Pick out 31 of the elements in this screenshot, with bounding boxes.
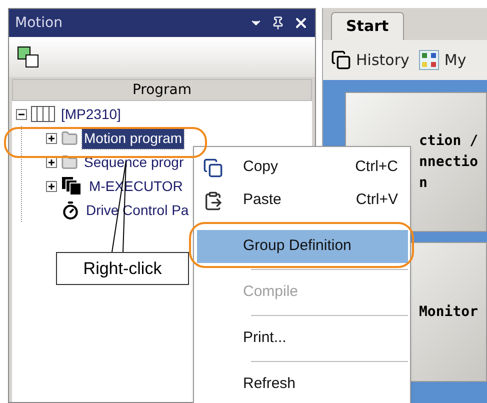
callout-label: Right-click bbox=[56, 252, 189, 285]
menu-item[interactable]: Group Definition bbox=[197, 230, 408, 263]
pin-icon[interactable] bbox=[271, 16, 285, 30]
copy-icon bbox=[203, 158, 223, 178]
shortcut-label: Ctrl+V bbox=[356, 190, 398, 210]
tree-item[interactable]: Motion program bbox=[82, 128, 184, 148]
tree-view-icon[interactable] bbox=[17, 46, 39, 68]
rack-icon bbox=[31, 106, 55, 122]
shortcut-label: Ctrl+C bbox=[355, 157, 398, 178]
toolbar-button[interactable]: My bbox=[419, 48, 466, 72]
stacked-squares-icon bbox=[61, 176, 83, 196]
tile-label: Monitor bbox=[419, 302, 480, 322]
paste-icon bbox=[203, 190, 223, 210]
grid-icon bbox=[419, 50, 440, 70]
stopwatch-icon bbox=[61, 200, 80, 220]
tree-item[interactable]: Sequence progr bbox=[82, 152, 186, 172]
toolbar-button[interactable]: History bbox=[331, 48, 410, 72]
column-header: Program bbox=[12, 79, 312, 101]
expand-icon[interactable] bbox=[46, 156, 57, 168]
tile-label: nnectio bbox=[419, 152, 480, 172]
tab[interactable]: Start bbox=[331, 12, 404, 40]
expand-icon[interactable] bbox=[46, 180, 57, 192]
collapse-icon[interactable] bbox=[16, 108, 27, 120]
expand-icon[interactable] bbox=[46, 132, 57, 144]
tile-label: ction / bbox=[419, 132, 480, 150]
tile-label: n bbox=[419, 174, 428, 192]
folder-icon bbox=[61, 130, 78, 146]
close-icon[interactable] bbox=[293, 15, 309, 31]
panel-title: Motion bbox=[15, 14, 64, 32]
tree-item[interactable]: [MP2310] bbox=[59, 104, 123, 124]
stacked-windows-icon bbox=[331, 50, 351, 70]
